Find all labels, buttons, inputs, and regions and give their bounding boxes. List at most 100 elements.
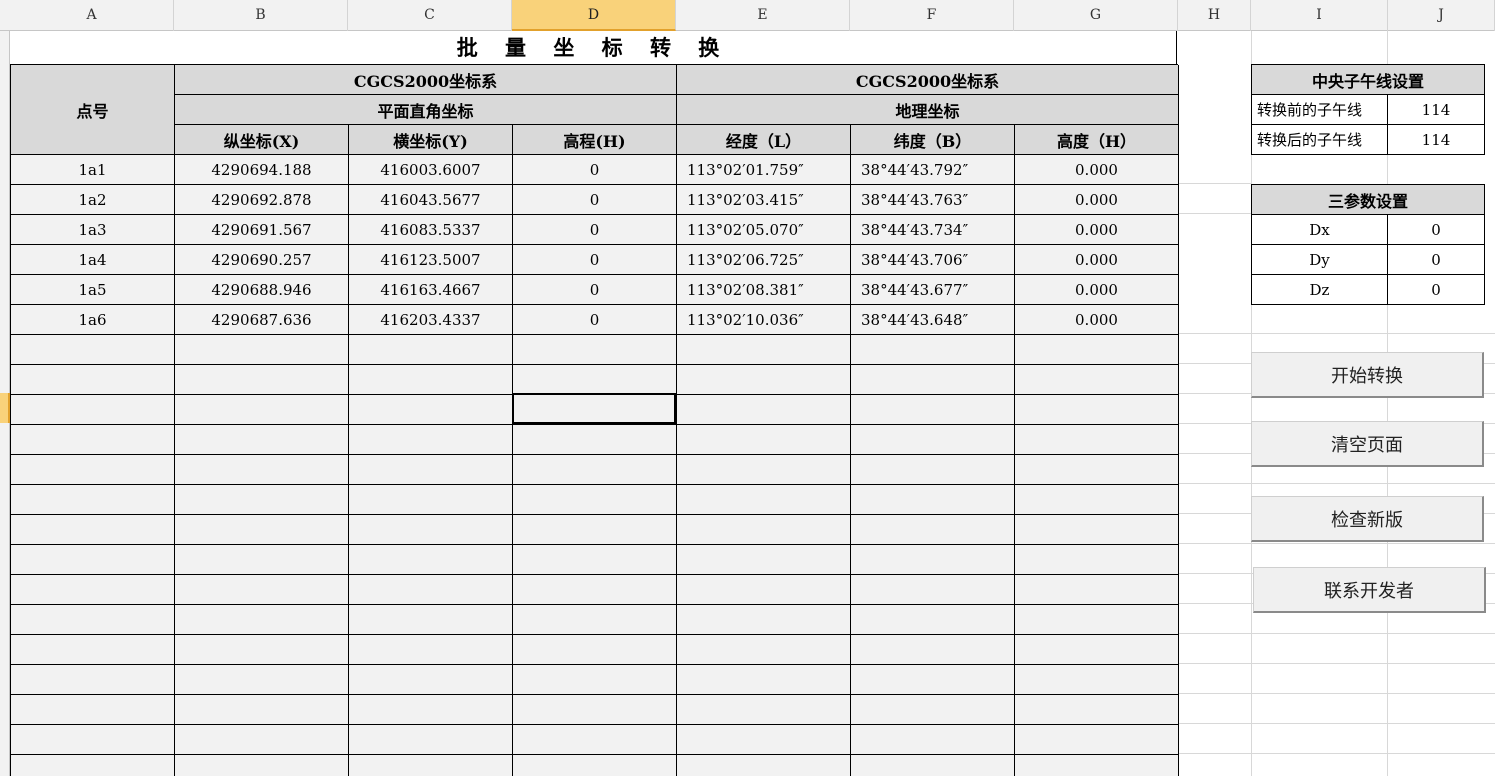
dz-value[interactable]: 0 (1388, 275, 1485, 305)
empty-cell[interactable] (513, 575, 677, 605)
cell-height[interactable]: 0.000 (1015, 185, 1179, 215)
cell-latitude[interactable]: 38°44′43.763″ (851, 185, 1015, 215)
empty-cell[interactable] (851, 605, 1015, 635)
empty-cell[interactable] (513, 455, 677, 485)
cell-h[interactable]: 0 (513, 185, 677, 215)
empty-cell[interactable] (513, 485, 677, 515)
empty-cell[interactable] (11, 545, 175, 575)
cell-height[interactable]: 0.000 (1015, 275, 1179, 305)
empty-cell[interactable] (1015, 395, 1179, 425)
cell-longitude[interactable]: 113°02′06.725″ (677, 245, 851, 275)
empty-cell[interactable] (677, 485, 851, 515)
empty-cell[interactable] (677, 635, 851, 665)
cell-longitude[interactable]: 113°02′03.415″ (677, 185, 851, 215)
column-header-g[interactable]: G (1014, 0, 1178, 31)
cell-point-id[interactable]: 1a4 (11, 245, 175, 275)
column-header-j[interactable]: J (1388, 0, 1495, 31)
empty-cell[interactable] (513, 335, 677, 365)
cell-x[interactable]: 4290692.878 (175, 185, 349, 215)
cell-y[interactable]: 416003.6007 (349, 155, 513, 185)
empty-cell[interactable] (1015, 665, 1179, 695)
empty-cell[interactable] (677, 545, 851, 575)
cell-height[interactable]: 0.000 (1015, 245, 1179, 275)
empty-cell[interactable] (513, 695, 677, 725)
empty-cell[interactable] (513, 425, 677, 455)
empty-cell[interactable] (349, 515, 513, 545)
empty-cell[interactable] (1015, 425, 1179, 455)
cell-y[interactable]: 416163.4667 (349, 275, 513, 305)
cell-latitude[interactable]: 38°44′43.677″ (851, 275, 1015, 305)
empty-cell[interactable] (1015, 695, 1179, 725)
empty-cell[interactable] (851, 755, 1015, 776)
column-header-e[interactable]: E (676, 0, 850, 31)
empty-cell[interactable] (1015, 725, 1179, 755)
empty-cell[interactable] (677, 365, 851, 395)
dy-value[interactable]: 0 (1388, 245, 1485, 275)
cell-h[interactable]: 0 (513, 305, 677, 335)
empty-cell[interactable] (349, 485, 513, 515)
empty-cell[interactable] (175, 455, 349, 485)
column-header-i[interactable]: I (1251, 0, 1388, 31)
cell-height[interactable]: 0.000 (1015, 155, 1179, 185)
contact-developer-button[interactable]: 联系开发者 (1253, 567, 1486, 613)
empty-cell[interactable] (349, 725, 513, 755)
empty-cell[interactable] (11, 335, 175, 365)
empty-cell[interactable] (513, 635, 677, 665)
empty-cell[interactable] (11, 515, 175, 545)
empty-cell[interactable] (1015, 515, 1179, 545)
empty-cell[interactable] (349, 635, 513, 665)
column-header-b[interactable]: B (174, 0, 348, 31)
empty-cell[interactable] (349, 575, 513, 605)
meridian-after-value[interactable]: 114 (1388, 125, 1485, 155)
empty-cell[interactable] (513, 605, 677, 635)
empty-cell[interactable] (175, 515, 349, 545)
empty-cell[interactable] (677, 515, 851, 545)
cell-y[interactable]: 416043.5677 (349, 185, 513, 215)
column-header-h[interactable]: H (1178, 0, 1251, 31)
empty-cell[interactable] (1015, 575, 1179, 605)
cell-latitude[interactable]: 38°44′43.648″ (851, 305, 1015, 335)
empty-cell[interactable] (1015, 545, 1179, 575)
empty-cell[interactable] (851, 365, 1015, 395)
empty-cell[interactable] (175, 635, 349, 665)
empty-cell[interactable] (349, 605, 513, 635)
empty-cell[interactable] (677, 725, 851, 755)
cell-height[interactable]: 0.000 (1015, 305, 1179, 335)
cell-longitude[interactable]: 113°02′01.759″ (677, 155, 851, 185)
empty-cell[interactable] (1015, 365, 1179, 395)
empty-cell[interactable] (677, 575, 851, 605)
cell-point-id[interactable]: 1a3 (11, 215, 175, 245)
empty-cell[interactable] (1015, 755, 1179, 776)
column-header-a[interactable]: A (10, 0, 174, 31)
empty-cell[interactable] (349, 755, 513, 776)
cell-h[interactable]: 0 (513, 245, 677, 275)
empty-cell[interactable] (851, 665, 1015, 695)
empty-cell[interactable] (349, 335, 513, 365)
cell-y[interactable]: 416123.5007 (349, 245, 513, 275)
cell-point-id[interactable]: 1a2 (11, 185, 175, 215)
clear-page-button[interactable]: 清空页面 (1251, 421, 1484, 467)
empty-cell[interactable] (1015, 485, 1179, 515)
cell-latitude[interactable]: 38°44′43.706″ (851, 245, 1015, 275)
empty-cell[interactable] (677, 395, 851, 425)
cell-point-id[interactable]: 1a1 (11, 155, 175, 185)
cell-x[interactable]: 4290690.257 (175, 245, 349, 275)
start-convert-button[interactable]: 开始转换 (1251, 352, 1484, 398)
empty-cell[interactable] (1015, 335, 1179, 365)
empty-cell[interactable] (677, 425, 851, 455)
empty-cell[interactable] (513, 545, 677, 575)
empty-cell[interactable] (677, 605, 851, 635)
empty-cell[interactable] (1015, 635, 1179, 665)
empty-cell[interactable] (175, 575, 349, 605)
cell-h[interactable]: 0 (513, 155, 677, 185)
empty-cell[interactable] (175, 425, 349, 455)
empty-cell[interactable] (175, 605, 349, 635)
empty-cell[interactable] (175, 755, 349, 776)
active-cell[interactable] (512, 393, 676, 424)
cell-x[interactable]: 4290687.636 (175, 305, 349, 335)
empty-cell[interactable] (851, 515, 1015, 545)
empty-cell[interactable] (11, 425, 175, 455)
empty-cell[interactable] (175, 335, 349, 365)
empty-cell[interactable] (11, 665, 175, 695)
empty-cell[interactable] (175, 365, 349, 395)
